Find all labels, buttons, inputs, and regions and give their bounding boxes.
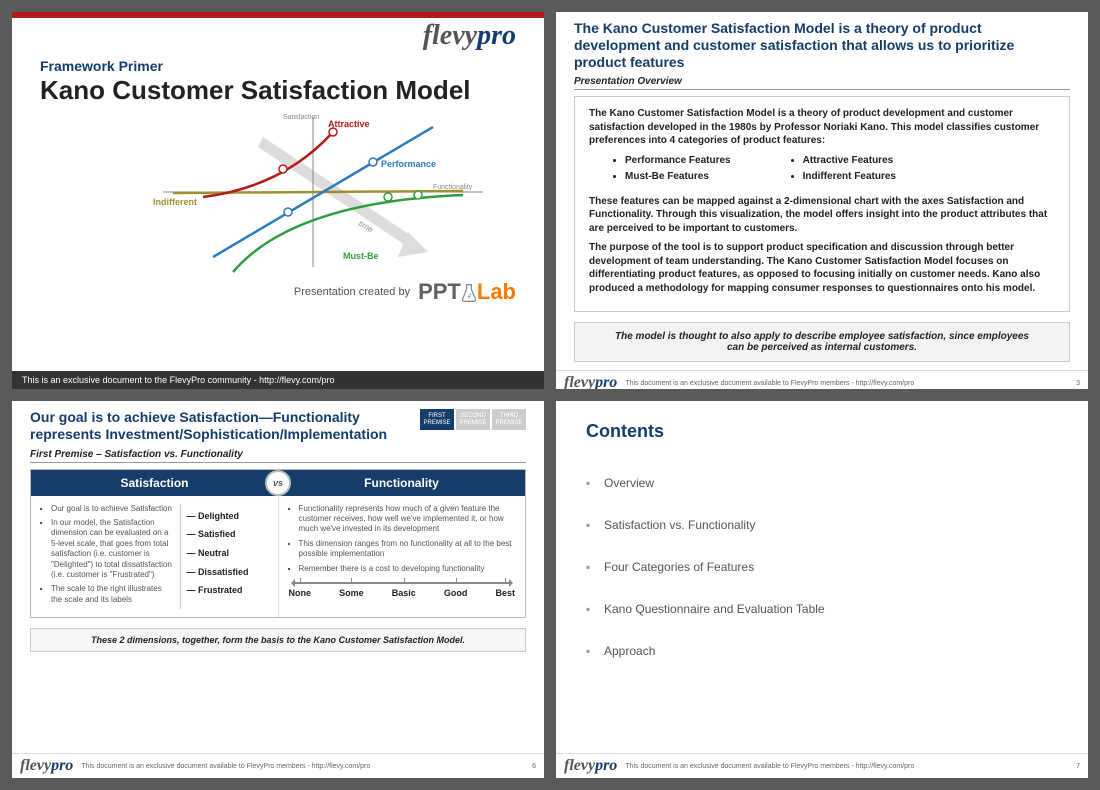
footer-text: This document is an exclusive document a… (625, 380, 914, 387)
feat-l-0: Performance Features (625, 155, 731, 166)
slide2-title: The Kano Customer Satisfaction Model is … (574, 20, 1070, 70)
rb-2: Remember there is a cost to developing f… (299, 564, 518, 574)
slide-2: The Kano Customer Satisfaction Model is … (556, 12, 1088, 389)
badge-third: THIRD PREMISE (492, 409, 526, 430)
vs-badge: vs (265, 470, 291, 496)
s2-p2: These features can be mapped against a 2… (589, 196, 1047, 234)
comparison-panel: Satisfaction Functionality vs Our goal i… (30, 469, 526, 619)
badge-first: FIRST PREMISE (420, 409, 454, 430)
toc-4: Approach (586, 630, 1058, 672)
footer-logo: flevypro (564, 374, 617, 389)
page-number: 7 (1076, 763, 1080, 770)
framework-subtitle: Framework Primer (40, 58, 516, 74)
feat-r-1: Indifferent Features (803, 171, 896, 182)
performance-label: Performance (381, 159, 436, 169)
hs-1: Some (339, 588, 364, 600)
toc-2: Four Categories of Features (586, 546, 1058, 588)
footer-logo: flevypro (20, 757, 73, 775)
s2-p3: The purpose of the tool is to support pr… (589, 242, 1040, 294)
toc-1: Satisfaction vs. Functionality (586, 504, 1058, 546)
features-right: Attractive Features Indifferent Features (803, 154, 896, 187)
lb-2: The scale to the right illustrates the s… (51, 584, 174, 605)
footer-text: This is an exclusive document to the Fle… (22, 375, 334, 385)
functionality-scale: None Some Basic Good Best (287, 582, 518, 600)
mustbe-label: Must-Be (343, 251, 379, 261)
rb-0: Functionality represents how much of a g… (299, 504, 518, 535)
page-number: 6 (532, 763, 536, 770)
presented-by-text: Presentation created by (294, 286, 410, 298)
col-left-header: Satisfaction (31, 470, 278, 496)
overview-label: Presentation Overview (574, 76, 1070, 90)
right-bullets: Functionality represents how much of a g… (299, 504, 518, 574)
slide2-callout: The model is thought to also apply to de… (574, 322, 1070, 362)
footer-text: This document is an exclusive document a… (81, 763, 370, 770)
slide2-footer: flevypro This document is an exclusive d… (556, 370, 1088, 389)
slide-1: flevypro Framework Primer Kano Customer … (12, 12, 544, 389)
hs-4: Best (495, 588, 515, 600)
footer-logo: flevypro (564, 757, 617, 775)
badge-second: SECOND PREMISE (456, 409, 490, 430)
hs-3: Good (444, 588, 468, 600)
sc-4: — Frustrated (187, 585, 270, 597)
feat-l-1: Must-Be Features (625, 171, 709, 182)
sc-2: — Neutral (187, 548, 270, 560)
left-bullets: Our goal is to achieve Satisfaction In o… (51, 504, 174, 606)
logo-text-1: flevy (423, 20, 477, 51)
presented-by-row: Presentation created by PPT Lab (40, 279, 516, 305)
sc-0: — Delighted (187, 511, 270, 523)
logo-text-2: pro (477, 20, 516, 51)
slide-grid: flevypro Framework Primer Kano Customer … (12, 12, 1088, 778)
s2-p1: The Kano Customer Satisfaction Model is … (589, 108, 1039, 146)
sc-3: — Dissatisfied (187, 567, 270, 579)
slide3-footer: flevypro This document is an exclusive d… (12, 753, 544, 778)
slide-4: Contents Overview Satisfaction vs. Funct… (556, 401, 1088, 778)
slide3-subtitle: First Premise – Satisfaction vs. Functio… (30, 449, 526, 463)
slide3-callout: These 2 dimensions, together, form the b… (30, 628, 526, 652)
footer-text: This document is an exclusive document a… (625, 763, 914, 770)
pptlab-logo: PPT Lab (418, 279, 516, 305)
slide3-title: Our goal is to achieve Satisfaction—Func… (30, 409, 412, 443)
satisfaction-scale: — Delighted — Satisfied — Neutral — Diss… (180, 504, 270, 610)
slide4-footer: flevypro This document is an exclusive d… (556, 753, 1088, 778)
hs-2: Basic (392, 588, 416, 600)
slide4-title: Contents (586, 421, 1058, 442)
pptlab-1: PPT (418, 279, 461, 304)
sc-1: — Satisfied (187, 529, 270, 541)
lb-0: Our goal is to achieve Satisfaction (51, 504, 174, 514)
flevypro-logo: flevypro (423, 20, 516, 52)
pptlab-2: Lab (477, 279, 516, 304)
features-left: Performance Features Must-Be Features (625, 154, 731, 187)
page-number: 3 (1076, 380, 1080, 387)
slide1-footer: This is an exclusive document to the Fle… (12, 371, 544, 389)
feat-r-0: Attractive Features (803, 155, 894, 166)
premise-badges: FIRST PREMISE SECOND PREMISE THIRD PREMI… (420, 409, 526, 430)
kano-chart: time Satisfaction Functionality Indiffer… (130, 107, 516, 277)
flask-icon (461, 283, 477, 302)
toc-0: Overview (586, 462, 1058, 504)
rb-1: This dimension ranges from no functional… (299, 539, 518, 560)
overview-box: The Kano Customer Satisfaction Model is … (574, 96, 1070, 312)
col-right-header: Functionality (278, 470, 525, 496)
contents-list: Overview Satisfaction vs. Functionality … (586, 462, 1058, 672)
slide-3: Our goal is to achieve Satisfaction—Func… (12, 401, 544, 778)
main-title: Kano Customer Satisfaction Model (40, 76, 516, 105)
indifferent-label: Indifferent (153, 197, 197, 207)
toc-3: Kano Questionnaire and Evaluation Table (586, 588, 1058, 630)
lb-1: In our model, the Satisfaction dimension… (51, 518, 174, 580)
axis-y-label: Satisfaction (283, 114, 319, 121)
hs-0: None (289, 588, 312, 600)
